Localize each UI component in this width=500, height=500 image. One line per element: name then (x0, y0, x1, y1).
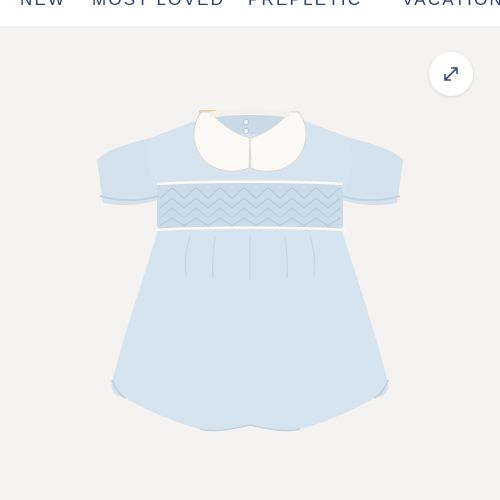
nav-item-new[interactable]: NEW (20, 0, 66, 10)
back-button (242, 127, 250, 135)
expand-arrows-icon (444, 67, 458, 81)
nav-item-prepletic[interactable]: PREPLETIC (248, 0, 362, 10)
top-navigation: NEW MOST LOVED PREPLETIC VACATION (0, 0, 500, 24)
nav-item-vacation[interactable]: VACATION (402, 0, 500, 10)
expand-button[interactable] (429, 52, 473, 96)
back-button (242, 118, 250, 126)
product-image[interactable] (0, 26, 500, 500)
nav-item-most-loved[interactable]: MOST LOVED (92, 0, 225, 10)
